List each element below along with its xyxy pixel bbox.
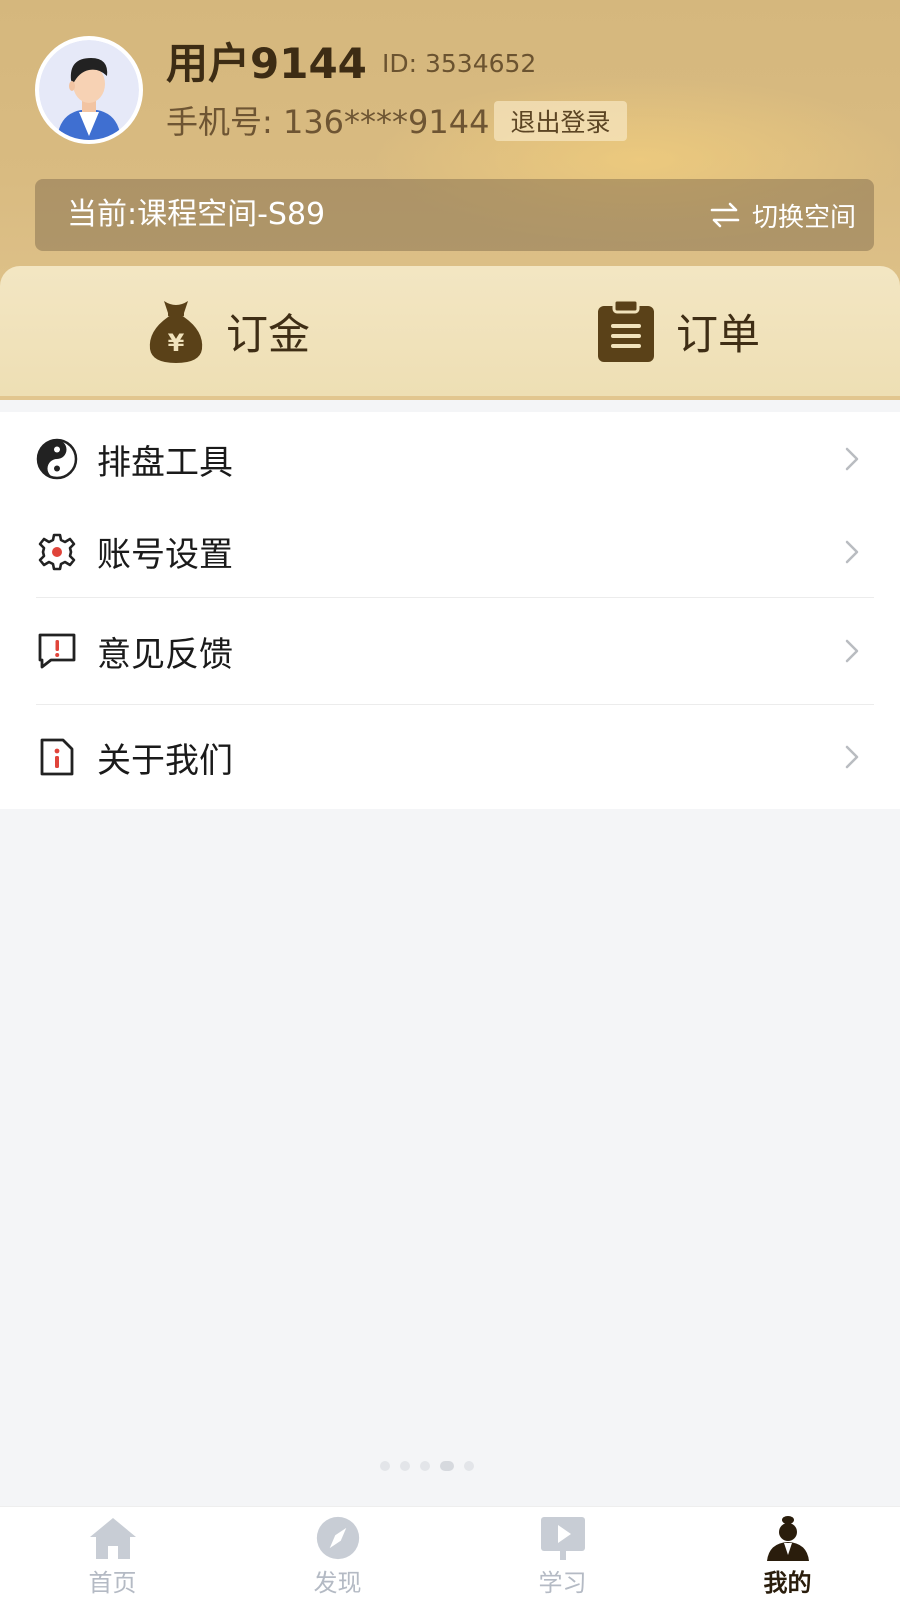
user-id: ID: 3534652 [382, 49, 537, 78]
current-space-label: 当前:课程空间-S89 [67, 197, 326, 232]
play-board-icon [540, 1517, 585, 1560]
chevron-right-icon [845, 745, 859, 769]
svg-text:¥: ¥ [168, 329, 185, 357]
deposit-label: 订金 [226, 309, 311, 359]
logout-button[interactable]: 退出登录 [494, 101, 627, 141]
tab-label: 我的 [763, 1569, 812, 1597]
menu-item-label: 账号设置 [97, 535, 233, 575]
menu-item-label: 关于我们 [97, 740, 233, 781]
page-dot [420, 1461, 430, 1471]
clipboard-icon [598, 300, 654, 362]
settings-menu: 排盘工具 账号设置 意见反馈 关于我们 [0, 412, 900, 809]
tab-label: 发现 [313, 1569, 362, 1597]
order-label: 订单 [676, 309, 761, 359]
menu-item-label: 排盘工具 [97, 442, 233, 483]
profile-figure-icon [766, 1516, 809, 1561]
compass-icon [316, 1516, 359, 1560]
menu-item-feedback[interactable]: 意见反馈 [0, 598, 900, 704]
current-space-bar: 当前:课程空间-S89 切换空间 [35, 179, 874, 251]
tab-label: 首页 [88, 1569, 137, 1597]
tab-label: 学习 [538, 1569, 587, 1597]
menu-item-account-settings[interactable]: 账号设置 [0, 506, 900, 597]
username: 用户9144 [166, 39, 367, 88]
order-entry[interactable]: 订单 [596, 266, 760, 396]
phone-number: 手机号: 136****9144 [166, 103, 490, 141]
gear-icon [36, 531, 78, 573]
tab-home[interactable]: 首页 [0, 1507, 225, 1600]
deposit-order-card: ¥ 订金 订单 [0, 266, 900, 396]
page-indicator [380, 1461, 474, 1471]
tab-study[interactable]: 学习 [450, 1507, 675, 1600]
page-dot [380, 1461, 390, 1471]
chevron-right-icon [845, 447, 859, 471]
avatar[interactable] [35, 36, 143, 144]
yin-yang-icon [36, 438, 78, 480]
page-dot-active [440, 1461, 454, 1471]
bottom-tab-bar: 首页 发现 学习 我的 [0, 1506, 900, 1600]
switch-arrows-icon [710, 202, 740, 228]
page-dot [464, 1461, 474, 1471]
deposit-entry[interactable]: ¥ 订金 [146, 266, 310, 396]
page-dot [400, 1461, 410, 1471]
tab-mine[interactable]: 我的 [675, 1507, 900, 1600]
tab-discover[interactable]: 发现 [225, 1507, 450, 1600]
chevron-right-icon [845, 639, 859, 663]
home-icon [89, 1518, 136, 1559]
feedback-icon [36, 630, 78, 672]
avatar-illustration [39, 40, 139, 140]
switch-space-label: 切换空间 [751, 202, 856, 233]
info-icon [36, 736, 78, 778]
menu-item-about-us[interactable]: 关于我们 [0, 705, 900, 809]
menu-item-label: 意见反馈 [97, 634, 233, 675]
menu-item-chart-tool[interactable]: 排盘工具 [0, 412, 900, 506]
chevron-right-icon [845, 540, 859, 563]
switch-space-button[interactable]: 切换空间 [710, 179, 856, 251]
money-bag-icon: ¥ [149, 301, 203, 363]
